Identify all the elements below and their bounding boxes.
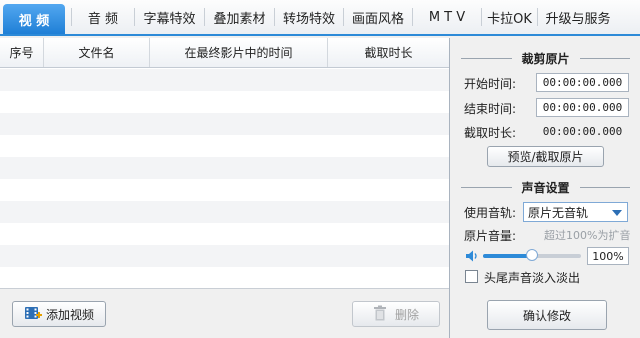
confirm-button[interactable]: 确认修改 — [487, 300, 607, 330]
table-row — [0, 223, 449, 245]
add-video-button[interactable]: 添加视频 — [12, 301, 106, 327]
table-row — [0, 157, 449, 179]
column-header-index[interactable]: 序号 — [0, 38, 44, 67]
video-list-panel: 序号 文件名 在最终影片中的时间 截取时长 添加视频 删除 — [0, 38, 450, 338]
speaker-icon[interactable] — [465, 249, 479, 266]
tab-transition-effects-label: 转场特效 — [282, 11, 335, 27]
volume-value: 100% — [587, 247, 629, 265]
start-time-input[interactable]: 00:00:00.000 — [536, 73, 629, 92]
start-time-label: 开始时间: — [464, 77, 517, 91]
chevron-down-icon — [612, 210, 622, 216]
table-row — [0, 267, 449, 289]
table-row — [0, 69, 449, 91]
divider — [461, 58, 512, 59]
trash-icon — [373, 305, 387, 324]
audio-track-select[interactable]: 原片无音轨 — [523, 202, 628, 222]
table-row — [0, 91, 449, 113]
volume-label: 原片音量: — [464, 229, 517, 243]
tab-subtitle-effects[interactable]: 字幕特效 — [135, 0, 204, 34]
volume-slider-thumb[interactable] — [526, 249, 538, 261]
table-row — [0, 201, 449, 223]
duration-value: 00:00:00.000 — [542, 125, 623, 138]
tab-mtv[interactable]: M T V — [413, 0, 481, 34]
audio-track-value: 原片无音轨 — [528, 205, 589, 220]
volume-hint: 超过100%为扩音 — [544, 229, 631, 242]
main-tab-bar: 视 频 音 频 字幕特效 叠加素材 转场特效 画面风格 M T V 卡拉OK 升… — [0, 0, 640, 36]
preview-crop-button[interactable]: 预览/截取原片 — [487, 146, 604, 167]
tab-mtv-label: M T V — [428, 9, 466, 25]
tab-karaoke-label: 卡拉OK — [487, 11, 532, 27]
film-plus-icon — [24, 305, 42, 324]
delete-button[interactable]: 删除 — [352, 301, 440, 327]
fade-label[interactable]: 头尾声音淡入淡出 — [484, 269, 580, 286]
tab-picture-style-label: 画面风格 — [351, 11, 404, 27]
end-time-label: 结束时间: — [464, 102, 517, 116]
tab-picture-style[interactable]: 画面风格 — [344, 0, 412, 34]
audio-track-label: 使用音轨: — [464, 206, 517, 220]
crop-section-title: 裁剪原片 — [451, 50, 640, 67]
list-toolbar: 添加视频 删除 — [0, 288, 449, 338]
column-header-duration[interactable]: 截取时长 — [328, 38, 449, 67]
tab-transition-effects[interactable]: 转场特效 — [275, 0, 343, 34]
end-time-input[interactable]: 00:00:00.000 — [536, 98, 629, 117]
video-table-body[interactable] — [0, 69, 449, 289]
tab-audio[interactable]: 音 频 — [72, 0, 134, 34]
tab-overlay-material[interactable]: 叠加素材 — [205, 0, 274, 34]
audio-section-title: 声音设置 — [451, 179, 640, 196]
divider — [579, 58, 631, 59]
tab-upgrade-service[interactable]: 升级与服务 — [538, 0, 618, 34]
tab-karaoke[interactable]: 卡拉OK — [482, 0, 537, 34]
delete-label: 删除 — [394, 307, 419, 322]
table-row — [0, 113, 449, 135]
divider — [579, 187, 631, 188]
tab-video-label: 视 频 — [18, 13, 50, 29]
tab-audio-label: 音 频 — [87, 11, 119, 27]
column-header-final-time[interactable]: 在最终影片中的时间 — [150, 38, 328, 67]
table-row — [0, 135, 449, 157]
column-header-filename[interactable]: 文件名 — [44, 38, 150, 67]
tab-overlay-material-label: 叠加素材 — [213, 11, 266, 27]
table-row — [0, 245, 449, 267]
divider — [461, 187, 512, 188]
duration-label: 截取时长: — [464, 126, 517, 140]
volume-slider-fill — [483, 254, 532, 258]
tab-upgrade-service-label: 升级与服务 — [545, 11, 611, 27]
add-video-label: 添加视频 — [45, 307, 94, 322]
crop-title-text: 裁剪原片 — [521, 52, 570, 66]
tab-video[interactable]: 视 频 — [3, 4, 65, 34]
video-table-header: 序号 文件名 在最终影片中的时间 截取时长 — [0, 38, 449, 68]
tab-subtitle-effects-label: 字幕特效 — [143, 11, 196, 27]
volume-slider[interactable] — [483, 249, 581, 261]
audio-title-text: 声音设置 — [521, 181, 570, 195]
settings-panel: 裁剪原片 开始时间: 00:00:00.000 结束时间: 00:00:00.0… — [451, 38, 640, 338]
fade-checkbox[interactable] — [465, 270, 478, 283]
table-row — [0, 179, 449, 201]
